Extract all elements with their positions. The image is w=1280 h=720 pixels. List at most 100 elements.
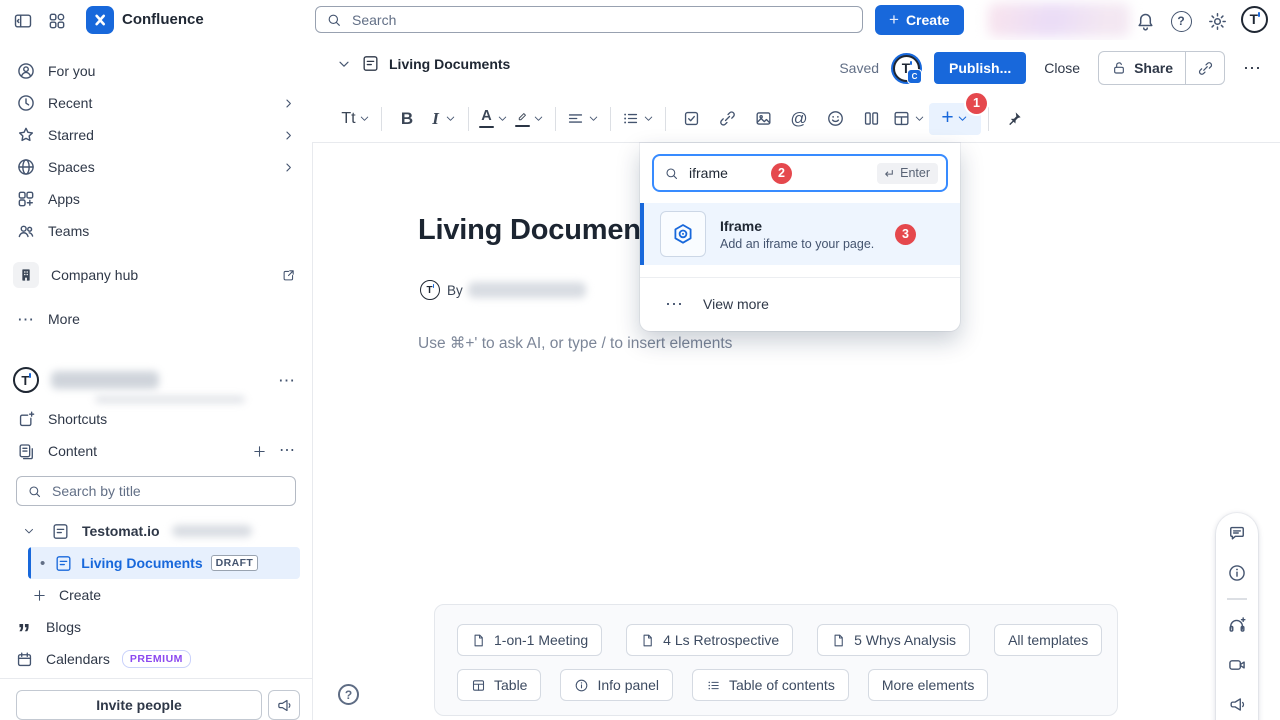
all-templates-button[interactable]: All templates [994,624,1102,656]
page-title[interactable]: Living Documents [418,214,666,247]
people-icon [16,221,36,241]
confluence-app: Confluence + Create ? T [0,0,1280,720]
invite-people-button[interactable]: Invite people [16,690,262,720]
sidebar-item-more[interactable]: ⋯ More [8,303,304,335]
insert-elements-menu: 2 ↵ Enter Iframe Add an iframe to your p… [640,143,960,331]
feedback-button[interactable] [1225,693,1249,717]
selected-indicator [640,203,644,265]
editor-help-button[interactable]: ? [338,684,359,705]
share-button[interactable]: Share [1099,52,1185,84]
info-icon [1227,563,1247,583]
sidebar-divider [0,678,312,679]
space-more-icon[interactable]: ⋯ [278,372,296,389]
table-button[interactable] [889,103,929,135]
confluence-logo[interactable] [86,6,114,34]
insert-search-field[interactable]: 2 ↵ Enter [652,154,948,192]
announcement-button[interactable] [268,690,300,720]
pin-toolbar-button[interactable] [996,103,1032,135]
insert-image-button[interactable] [745,103,781,135]
tree-item-current-page[interactable]: • Living Documents DRAFT [28,547,300,579]
collapse-sidebar-button[interactable] [10,8,36,34]
add-content-icon[interactable] [252,444,267,459]
sidebar-search-input[interactable] [50,482,285,500]
text-style-button[interactable]: Tt [338,103,374,135]
insert-table-button[interactable]: Table [457,669,541,701]
more-elements-button[interactable]: More elements [868,669,989,701]
content-more-icon[interactable]: ⋯ [279,443,296,459]
menu-item-view-more[interactable]: ⋯ View more [640,277,960,329]
menu-item-iframe[interactable]: Iframe Add an iframe to your page. 3 [640,203,960,265]
create-button[interactable]: + Create [875,5,964,35]
editor-placeholder[interactable]: Use ⌘+' to ask AI, or type / to insert e… [418,334,732,353]
insert-elements-button[interactable]: + 1 [929,103,981,135]
ellipsis-icon: ⋯ [665,295,684,313]
chevron-down-icon[interactable] [336,56,352,72]
template-4ls-button[interactable]: 4 Ls Retrospective [626,624,793,656]
sidebar-search[interactable] [16,476,296,506]
sidebar-item-blogs[interactable]: ” Blogs [8,611,304,643]
settings-button[interactable] [1204,8,1230,34]
emoji-button[interactable] [817,103,853,135]
sidebar-item-content[interactable]: Content ⋯ [8,435,304,467]
product-name: Confluence [122,11,204,28]
sidebar-item-shortcuts[interactable]: Shortcuts [8,406,304,432]
template-1on1-button[interactable]: 1-on-1 Meeting [457,624,602,656]
insert-toc-button[interactable]: Table of contents [692,669,849,701]
layouts-button[interactable] [853,103,889,135]
headphones-plus-icon [1227,615,1247,635]
breadcrumb[interactable]: Living Documents [336,54,510,73]
app-switcher-button[interactable] [44,8,70,34]
chevron-down-icon[interactable] [22,524,36,538]
sidebar-item-recent[interactable]: Recent [8,87,304,119]
template-5whys-button[interactable]: 5 Whys Analysis [817,624,970,656]
redacted-banner [988,3,1130,37]
global-search-input[interactable] [350,11,852,29]
insert-search-input[interactable] [687,164,763,182]
close-button[interactable]: Close [1040,60,1084,76]
bold-button[interactable]: B [389,103,425,135]
global-search[interactable] [315,6,863,33]
italic-button[interactable]: I [425,103,461,135]
action-item-button[interactable] [673,103,709,135]
alignment-button[interactable] [563,103,603,135]
page-icon [361,54,380,73]
collaborator-avatar[interactable]: T C [893,55,920,82]
sidebar-item-apps[interactable]: Apps [8,183,304,215]
space-header[interactable]: T ⋯ [8,362,304,398]
video-button[interactable] [1225,653,1249,677]
help-button[interactable]: ? [1168,8,1194,34]
copy-link-button[interactable] [1186,52,1224,84]
document-icon [640,633,655,648]
unlock-icon [1111,60,1127,76]
insert-link-button[interactable] [709,103,745,135]
text-color-button[interactable]: A [476,103,512,135]
sidebar-item-for-you[interactable]: For you [8,55,304,87]
mention-button[interactable]: @ [781,103,817,135]
chevron-right-icon [281,160,296,175]
publish-button[interactable]: Publish... [934,52,1026,84]
sidebar-item-calendars[interactable]: Calendars PREMIUM [8,643,304,675]
audio-rooms-button[interactable] [1225,613,1249,637]
draft-badge: DRAFT [211,555,259,571]
sidebar-item-company-hub[interactable]: Company hub [8,259,304,291]
lists-button[interactable] [618,103,658,135]
comments-button[interactable] [1225,521,1249,545]
premium-badge: PREMIUM [122,650,191,668]
sidebar-item-teams[interactable]: Teams [8,215,304,247]
tree-create-button[interactable]: Create [8,579,304,611]
link-icon [1197,60,1214,77]
insert-info-panel-button[interactable]: Info panel [560,669,673,701]
share-button-group: Share [1098,51,1225,85]
panel-collapse-icon [13,11,33,31]
user-avatar[interactable]: T [1241,6,1268,33]
sidebar-item-starred[interactable]: Starred [8,119,304,151]
tree-item-space[interactable]: Testomat.io [8,515,304,547]
sidebar-item-spaces[interactable]: Spaces [8,151,304,183]
highlight-color-button[interactable] [512,103,548,135]
plus-icon: + [941,107,953,128]
details-button[interactable] [1225,561,1249,585]
plus-icon: + [889,10,899,30]
more-actions-button[interactable]: ⋯ [1239,58,1266,79]
gear-icon [1207,11,1228,32]
notifications-button[interactable] [1132,8,1158,34]
